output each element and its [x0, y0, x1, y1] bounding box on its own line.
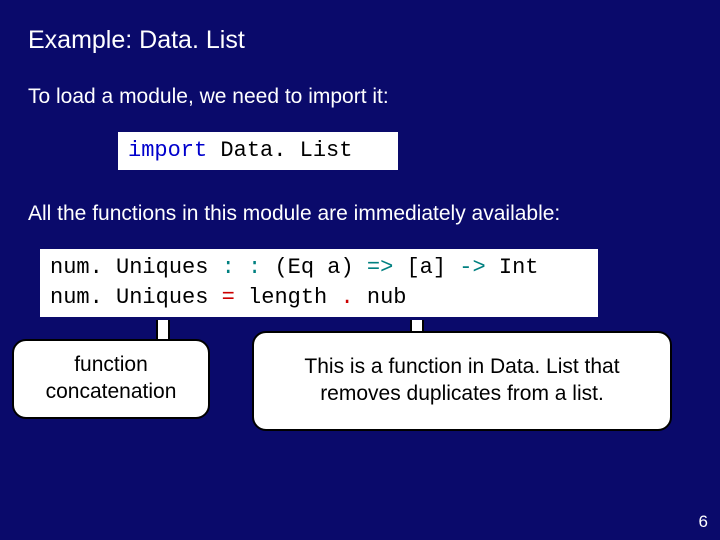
type-list: [a] — [393, 255, 459, 280]
connector-right — [410, 320, 424, 332]
op-compose: . — [340, 285, 353, 310]
keyword-import: import — [128, 138, 207, 163]
op-dcolon: : : — [222, 255, 262, 280]
code-line-1: num. Uniques : : (Eq a) => [a] -> Int — [50, 253, 588, 283]
callout-concat: function concatenation — [12, 339, 210, 419]
code-import-block: import Data. List — [118, 132, 398, 170]
constraint: (Eq a) — [261, 255, 367, 280]
fn-name: num. Uniques — [50, 255, 222, 280]
fn-length: length — [235, 285, 341, 310]
after-import-text: All the functions in this module are imm… — [28, 200, 692, 227]
fn-nub: nub — [354, 285, 407, 310]
connector-left — [156, 320, 170, 340]
code-line-2: num. Uniques = length . nub — [50, 283, 588, 313]
slide-title: Example: Data. List — [28, 26, 692, 55]
page-number: 6 — [699, 512, 708, 532]
slide: Example: Data. List To load a module, we… — [0, 0, 720, 471]
op-arrow: -> — [459, 255, 485, 280]
callout-nub: This is a function in Data. List that re… — [252, 331, 672, 431]
callout-area: function concatenation This is a functio… — [28, 331, 692, 471]
op-equals: = — [222, 285, 235, 310]
fn-name: num. Uniques — [50, 285, 222, 310]
module-name: Data. List — [207, 138, 352, 163]
code-example-block: num. Uniques : : (Eq a) => [a] -> Int nu… — [40, 249, 598, 316]
intro-text: To load a module, we need to import it: — [28, 83, 692, 110]
op-fat-arrow: => — [367, 255, 393, 280]
type-int: Int — [486, 255, 539, 280]
